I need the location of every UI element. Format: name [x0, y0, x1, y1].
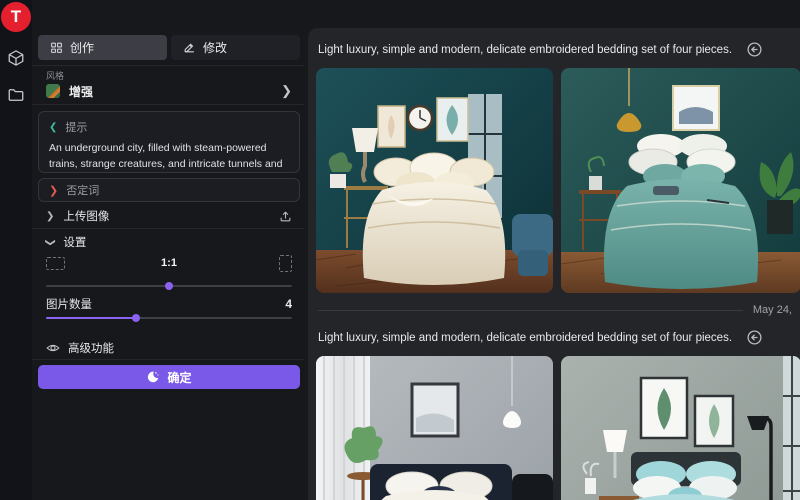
generated-image-2[interactable] — [561, 68, 800, 293]
style-selector[interactable]: 增强 ❯ — [38, 80, 300, 102]
brand-logo[interactable]: T — [1, 2, 31, 32]
mode-tabs: 创作 修改 — [38, 35, 300, 60]
divider — [32, 104, 304, 105]
crescent-sparkle-icon — [146, 370, 160, 384]
slider-thumb[interactable] — [165, 282, 173, 290]
divider — [32, 65, 304, 66]
tab-create[interactable]: 创作 — [38, 35, 167, 60]
edit-icon — [183, 41, 196, 54]
upload-image-row[interactable]: ❯ 上传图像 — [38, 206, 300, 226]
prompt-title: 提示 — [65, 119, 87, 135]
aspect-ratio-slider[interactable] — [46, 282, 292, 290]
brand-letter: T — [11, 7, 21, 27]
date-label: May 24, — [753, 304, 792, 316]
results-area: Light luxury, simple and modern, delicat… — [308, 28, 800, 500]
eye-icon — [46, 341, 60, 355]
image-count-label: 图片数量 — [46, 296, 92, 312]
divider — [32, 359, 304, 360]
negative-prompt-box[interactable]: ❯ 否定词 — [38, 178, 300, 202]
generated-image-1[interactable] — [316, 68, 553, 293]
confirm-label: 确定 — [167, 369, 191, 386]
nav-rail: T — [0, 0, 32, 500]
tab-create-label: 创作 — [70, 39, 94, 56]
slider-thumb[interactable] — [132, 314, 140, 322]
reuse-prompt-icon[interactable] — [746, 329, 763, 346]
style-thumbnail — [46, 84, 60, 98]
image-count-value: 4 — [285, 297, 292, 311]
cube-icon[interactable] — [7, 49, 25, 67]
chevron-right-icon: ❯ — [49, 184, 58, 197]
divider — [318, 310, 743, 311]
style-name: 增强 — [69, 83, 93, 100]
settings-label: 设置 — [63, 234, 86, 250]
aspect-ratio-value: 1:1 — [38, 257, 300, 269]
result-caption-row: Light luxury, simple and modern, delicat… — [308, 28, 800, 68]
advanced-features-row[interactable]: 高级功能 — [38, 338, 300, 358]
app-window: T 创作 — [0, 0, 800, 500]
chevron-right-icon: ❯ — [281, 83, 292, 99]
date-divider: May 24, — [308, 293, 800, 316]
result-caption-row: Light luxury, simple and modern, delicat… — [308, 316, 800, 356]
upload-icon[interactable] — [279, 210, 292, 223]
result-image-grid — [308, 356, 800, 500]
generated-image-4[interactable] — [561, 356, 800, 500]
tab-modify[interactable]: 修改 — [171, 35, 300, 60]
result-image-grid — [308, 68, 800, 293]
chevron-down-icon: ❮ — [49, 122, 57, 133]
aspect-ratio-row: 1:1 — [38, 254, 300, 272]
generated-image-3[interactable] — [316, 356, 553, 500]
prompt-box[interactable]: ❮ 提示 An underground city, filled with st… — [38, 111, 300, 173]
generation-panel: 创作 修改 风格 增强 ❯ ❮ 提示 An underground city, … — [32, 0, 304, 500]
chevron-down-icon: ❯ — [45, 238, 56, 246]
reuse-prompt-icon[interactable] — [746, 41, 763, 58]
folder-icon[interactable] — [7, 86, 25, 104]
upload-label: 上传图像 — [63, 208, 109, 224]
divider — [32, 228, 304, 229]
grid-icon — [50, 41, 63, 54]
result-caption: Light luxury, simple and modern, delicat… — [318, 332, 732, 344]
advanced-features-label: 高级功能 — [68, 340, 114, 356]
chevron-right-icon: ❯ — [46, 211, 54, 222]
image-count-row: 图片数量 4 — [38, 296, 300, 312]
tab-modify-label: 修改 — [203, 39, 227, 56]
image-count-slider[interactable] — [46, 314, 292, 322]
settings-row[interactable]: ❯ 设置 — [38, 232, 300, 252]
confirm-button[interactable]: 确定 — [38, 365, 300, 389]
result-caption: Light luxury, simple and modern, delicat… — [318, 44, 732, 56]
negative-label: 否定词 — [66, 182, 99, 198]
